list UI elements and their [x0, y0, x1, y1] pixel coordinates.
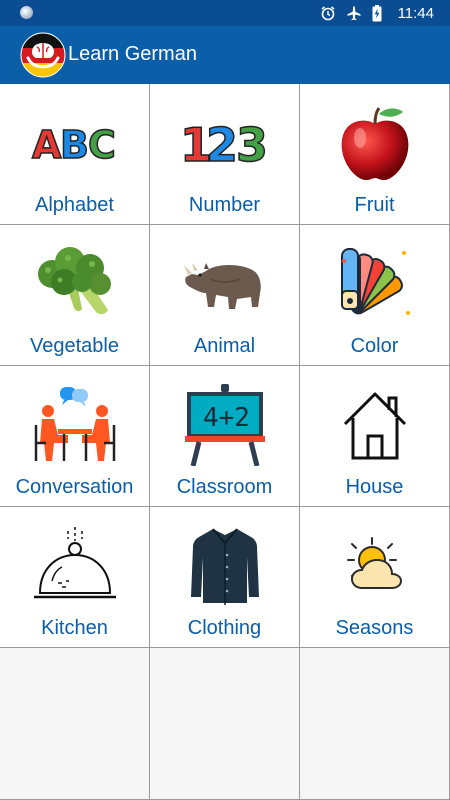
- status-bar: 11:44: [0, 0, 450, 26]
- serving-cloche-icon: [30, 521, 120, 611]
- category-clothing[interactable]: Clothing: [150, 507, 300, 648]
- two-people-talking-icon: [30, 380, 120, 470]
- svg-text:2: 2: [206, 118, 238, 171]
- category-vegetable[interactable]: Vegetable: [0, 225, 150, 366]
- category-seasons[interactable]: Seasons: [300, 507, 450, 648]
- alarm-icon: [320, 5, 336, 21]
- category-label: Conversation: [15, 476, 134, 498]
- app-title: Learn German: [68, 43, 197, 65]
- empty-cell: [0, 648, 150, 800]
- app-bar: Learn German: [0, 26, 450, 84]
- 123-numbers-icon: 1 2 3: [180, 98, 270, 188]
- sun-behind-cloud-icon: [330, 521, 420, 611]
- status-icons: 11:44: [320, 0, 434, 26]
- status-time: 11:44: [397, 4, 434, 22]
- category-classroom[interactable]: 4+2 Classroom: [150, 366, 300, 507]
- category-label: Animal: [193, 335, 256, 357]
- rhinoceros-icon: [180, 239, 270, 329]
- category-grid: A B C Alphabet 1 2 3 Number Fruit Vegeta…: [0, 84, 450, 800]
- category-label: Color: [350, 335, 399, 357]
- category-color[interactable]: Color: [300, 225, 450, 366]
- category-animal[interactable]: Animal: [150, 225, 300, 366]
- category-label: Fruit: [354, 194, 395, 216]
- shirt-icon: [180, 521, 270, 611]
- category-conversation[interactable]: Conversation: [0, 366, 150, 507]
- category-label: Seasons: [335, 617, 414, 639]
- color-swatch-fan-icon: [330, 239, 420, 329]
- svg-text:3: 3: [236, 118, 268, 171]
- category-house[interactable]: House: [300, 366, 450, 507]
- category-label: Number: [188, 194, 261, 216]
- svg-text:A: A: [32, 123, 62, 167]
- empty-cell: [150, 648, 300, 800]
- abc-letters-icon: A B C: [30, 98, 120, 188]
- category-fruit[interactable]: Fruit: [300, 84, 450, 225]
- broccoli-icon: [30, 239, 120, 329]
- battery-charging-icon: [372, 4, 382, 22]
- svg-text:B: B: [60, 123, 89, 167]
- notification-dot-icon: [20, 6, 33, 19]
- apple-icon: [330, 98, 420, 188]
- category-alphabet[interactable]: A B C Alphabet: [0, 84, 150, 225]
- category-kitchen[interactable]: Kitchen: [0, 507, 150, 648]
- airplane-mode-icon: [346, 5, 362, 21]
- house-outline-icon: [330, 380, 420, 470]
- category-label: House: [345, 476, 404, 498]
- svg-text:4+2: 4+2: [203, 403, 250, 433]
- category-label: Classroom: [176, 476, 273, 498]
- empty-cell: [300, 648, 450, 800]
- category-label: Clothing: [187, 617, 262, 639]
- svg-text:C: C: [88, 123, 116, 167]
- german-flag-brain-logo-icon: [20, 32, 66, 78]
- category-label: Kitchen: [41, 617, 108, 639]
- category-number[interactable]: 1 2 3 Number: [150, 84, 300, 225]
- category-label: Alphabet: [35, 194, 114, 216]
- chalkboard-icon: 4+2: [180, 380, 270, 470]
- category-label: Vegetable: [30, 335, 119, 357]
